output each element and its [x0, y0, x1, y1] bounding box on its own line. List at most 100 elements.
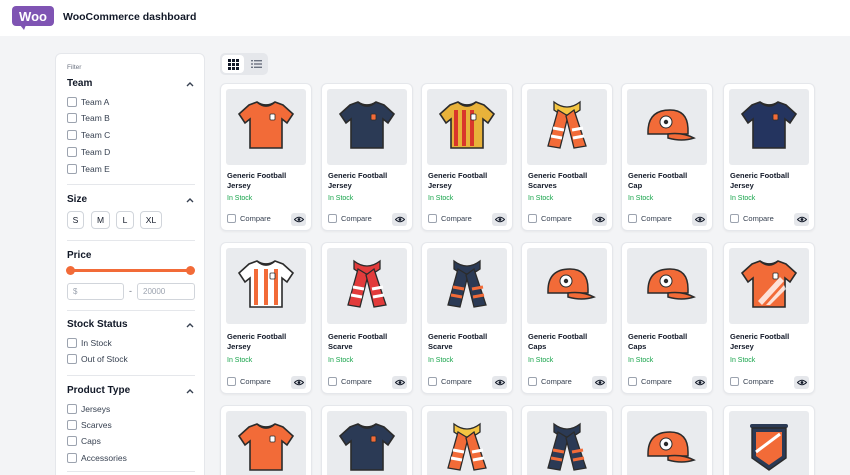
- product-image[interactable]: [427, 89, 507, 165]
- product-image[interactable]: [527, 89, 607, 165]
- compare-checkbox[interactable]: Compare: [628, 377, 672, 386]
- product-name[interactable]: Generic Football Cap: [628, 171, 710, 190]
- checkbox[interactable]: [730, 377, 739, 386]
- product-card[interactable]: [421, 405, 513, 475]
- product-image[interactable]: [729, 89, 809, 165]
- list-view-button[interactable]: [245, 55, 267, 73]
- quick-view-button[interactable]: [592, 376, 607, 389]
- chevron-up-icon[interactable]: [185, 320, 195, 330]
- compare-checkbox[interactable]: Compare: [730, 214, 774, 223]
- product-card[interactable]: Generic Football Scarve In Stock Compare: [421, 242, 513, 394]
- checkbox[interactable]: [67, 97, 77, 107]
- type-option-jerseys[interactable]: Jerseys: [67, 403, 110, 415]
- price-slider-max-handle[interactable]: [186, 266, 195, 275]
- grid-view-button[interactable]: [222, 55, 244, 73]
- product-card[interactable]: Generic Football Jersey In Stock Compare: [321, 83, 413, 231]
- compare-checkbox[interactable]: Compare: [227, 377, 271, 386]
- checkbox[interactable]: [328, 377, 337, 386]
- checkbox[interactable]: [67, 130, 77, 140]
- compare-checkbox[interactable]: Compare: [528, 377, 572, 386]
- product-image[interactable]: [226, 89, 306, 165]
- team-option-c[interactable]: Team C: [67, 129, 110, 141]
- team-option-d[interactable]: Team D: [67, 146, 110, 158]
- product-image[interactable]: [327, 411, 407, 475]
- checkbox[interactable]: [328, 214, 337, 223]
- checkbox[interactable]: [730, 214, 739, 223]
- quick-view-button[interactable]: [291, 213, 306, 226]
- product-name[interactable]: Generic Football Jersey: [227, 332, 309, 351]
- checkbox[interactable]: [67, 436, 77, 446]
- type-option-accessories[interactable]: Accessories: [67, 452, 127, 464]
- checkbox[interactable]: [67, 404, 77, 414]
- compare-checkbox[interactable]: Compare: [328, 214, 372, 223]
- quick-view-button[interactable]: [291, 376, 306, 389]
- size-button-l[interactable]: L: [116, 211, 134, 229]
- checkbox[interactable]: [428, 377, 437, 386]
- product-card[interactable]: Generic Football Jersey In Stock Compare: [220, 242, 312, 394]
- product-image[interactable]: [627, 411, 707, 475]
- product-name[interactable]: Generic Football Jersey: [328, 171, 410, 190]
- product-card[interactable]: Generic Football Jersey In Stock Compare: [723, 83, 815, 231]
- product-card[interactable]: Generic Football Scarves In Stock Compare: [521, 83, 613, 231]
- price-min-input[interactable]: $: [67, 283, 124, 300]
- product-name[interactable]: Generic Football Jersey: [730, 332, 812, 351]
- chevron-up-icon[interactable]: [185, 195, 195, 205]
- product-image[interactable]: [527, 248, 607, 324]
- compare-checkbox[interactable]: Compare: [428, 214, 472, 223]
- stock-option-in-stock[interactable]: In Stock: [67, 337, 112, 349]
- product-image[interactable]: [327, 248, 407, 324]
- compare-checkbox[interactable]: Compare: [227, 214, 271, 223]
- product-card[interactable]: [621, 405, 713, 475]
- size-button-s[interactable]: S: [67, 211, 84, 229]
- product-name[interactable]: Generic Football Scarves: [528, 171, 610, 190]
- checkbox[interactable]: [67, 354, 77, 364]
- product-card[interactable]: [723, 405, 815, 475]
- product-name[interactable]: Generic Football Jersey: [730, 171, 812, 190]
- quick-view-button[interactable]: [692, 213, 707, 226]
- price-max-input[interactable]: 20000: [137, 283, 195, 300]
- quick-view-button[interactable]: [492, 213, 507, 226]
- quick-view-button[interactable]: [794, 213, 809, 226]
- product-image[interactable]: [226, 411, 306, 475]
- price-slider-track[interactable]: [70, 269, 190, 272]
- product-card[interactable]: Generic Football Caps In Stock Compare: [521, 242, 613, 394]
- product-image[interactable]: [327, 89, 407, 165]
- product-name[interactable]: Generic Football Caps: [628, 332, 710, 351]
- quick-view-button[interactable]: [592, 213, 607, 226]
- product-image[interactable]: [427, 411, 507, 475]
- checkbox[interactable]: [67, 338, 77, 348]
- team-option-b[interactable]: Team B: [67, 112, 110, 124]
- checkbox[interactable]: [428, 214, 437, 223]
- product-image[interactable]: [427, 248, 507, 324]
- compare-checkbox[interactable]: Compare: [328, 377, 372, 386]
- checkbox[interactable]: [628, 377, 637, 386]
- quick-view-button[interactable]: [692, 376, 707, 389]
- product-card[interactable]: [321, 405, 413, 475]
- price-slider-min-handle[interactable]: [66, 266, 75, 275]
- size-button-m[interactable]: M: [91, 211, 110, 229]
- product-card[interactable]: [220, 405, 312, 475]
- compare-checkbox[interactable]: Compare: [730, 377, 774, 386]
- product-card[interactable]: Generic Football Jersey In Stock Compare: [220, 83, 312, 231]
- checkbox[interactable]: [67, 453, 77, 463]
- product-image[interactable]: [729, 248, 809, 324]
- product-name[interactable]: Generic Football Jersey: [227, 171, 309, 190]
- quick-view-button[interactable]: [392, 376, 407, 389]
- product-card[interactable]: [521, 405, 613, 475]
- compare-checkbox[interactable]: Compare: [428, 377, 472, 386]
- quick-view-button[interactable]: [492, 376, 507, 389]
- product-card[interactable]: Generic Football Jersey In Stock Compare: [421, 83, 513, 231]
- product-card[interactable]: Generic Football Jersey In Stock Compare: [723, 242, 815, 394]
- product-image[interactable]: [729, 411, 809, 475]
- product-image[interactable]: [527, 411, 607, 475]
- product-name[interactable]: Generic Football Scarve: [428, 332, 510, 351]
- compare-checkbox[interactable]: Compare: [528, 214, 572, 223]
- team-option-a[interactable]: Team A: [67, 96, 109, 108]
- chevron-up-icon[interactable]: [185, 386, 195, 396]
- stock-option-out-of-stock[interactable]: Out of Stock: [67, 353, 128, 365]
- checkbox[interactable]: [67, 420, 77, 430]
- checkbox[interactable]: [67, 147, 77, 157]
- compare-checkbox[interactable]: Compare: [628, 214, 672, 223]
- product-card[interactable]: Generic Football Cap In Stock Compare: [621, 83, 713, 231]
- product-name[interactable]: Generic Football Jersey: [428, 171, 510, 190]
